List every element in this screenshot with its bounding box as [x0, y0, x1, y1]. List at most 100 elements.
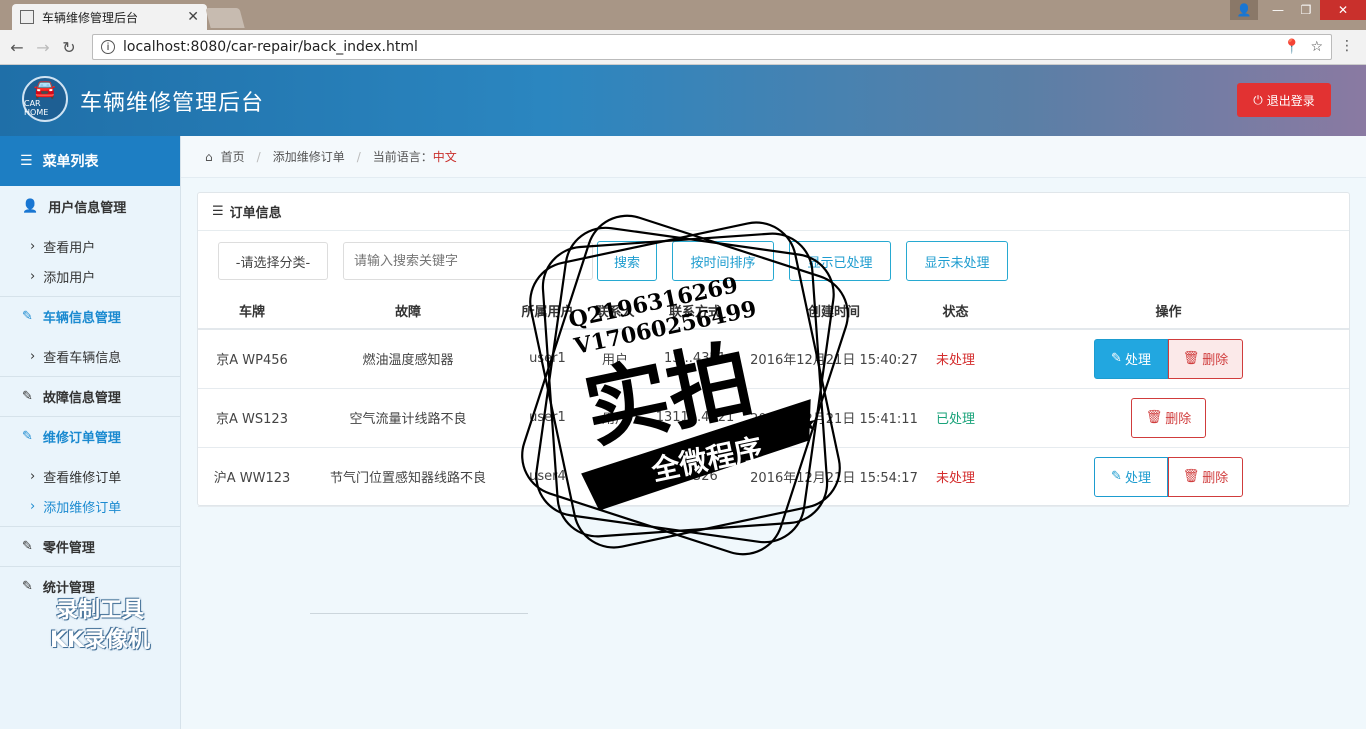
breadcrumb-current: 添加维修订单	[272, 150, 345, 164]
reload-icon[interactable]: ↻	[56, 38, 82, 57]
sidebar-group-parts[interactable]: ✎ 零件管理	[0, 526, 180, 566]
sidebar-group-orders[interactable]: ✎ 维修订单管理	[0, 416, 180, 456]
lang-label: 当前语言：	[372, 150, 433, 164]
process-button[interactable]: ✎ 处理	[1094, 338, 1168, 379]
cell-actions: ✎ 处理 🗑 删除	[988, 329, 1349, 389]
restore-icon[interactable]: ❐	[1292, 0, 1320, 20]
table-row: 京A WS123 空气流量计线路不良 user1 用户 1311...4321 …	[198, 388, 1349, 448]
sidebar-item-add-order[interactable]: › 添加维修订单	[0, 491, 180, 521]
sidebar-header: ☰ 菜单列表	[0, 136, 180, 186]
edit-icon: ✎	[22, 429, 33, 444]
show-unprocessed-button[interactable]: 显示未处理	[906, 241, 1008, 281]
bookmark-star-icon[interactable]: ☆	[1310, 39, 1323, 55]
caret-right-icon: ›	[30, 268, 36, 284]
filter-toolbar: -请选择分类- 搜索 按时间排序 显示已处理 显示未处理	[198, 231, 1349, 293]
profile-icon[interactable]: 👤	[1230, 0, 1258, 20]
edit-icon: ✎	[22, 539, 33, 554]
url-field[interactable]: i localhost:8080/car-repair/back_index.h…	[92, 34, 1332, 60]
sidebar-item-add-user[interactable]: › 添加用户	[0, 261, 180, 291]
cell-phone: 1311...4321	[645, 388, 745, 448]
caret-right-icon: ›	[30, 468, 36, 484]
sidebar-item-view-users[interactable]: › 查看用户	[0, 231, 180, 261]
caret-right-icon: ›	[30, 498, 36, 514]
cell-plate: 京A WP456	[198, 329, 306, 389]
caret-right-icon: ›	[30, 348, 36, 364]
delete-button[interactable]: 🗑 删除	[1131, 397, 1206, 438]
process-button[interactable]: ✎ 处理	[1094, 456, 1168, 497]
col-contact: 联系人	[585, 293, 645, 330]
show-processed-button[interactable]: 显示已处理	[789, 241, 891, 281]
cell-status: 未处理	[923, 329, 988, 389]
cell-user: user1	[510, 388, 585, 448]
app-header: 🚘 CAR HOME 车辆维修管理后台 ⏻ 退出登录	[0, 65, 1366, 136]
logout-button[interactable]: ⏻ 退出登录	[1237, 83, 1331, 117]
col-fault: 故障	[306, 293, 510, 330]
category-select[interactable]: -请选择分类-	[218, 242, 328, 280]
cell-contact: 用户	[585, 329, 645, 389]
col-plate: 车牌	[198, 293, 306, 330]
browser-tabbar: 车辆维修管理后台 ✕ 👤 — ❐ ✕	[0, 0, 1366, 30]
app-title: 车辆维修管理后台	[80, 91, 265, 116]
edit-icon: ✎	[22, 309, 33, 324]
close-window-icon[interactable]: ✕	[1320, 0, 1366, 20]
cell-created: 2016年12月21日 15:54:17	[745, 447, 923, 507]
delete-button[interactable]: 🗑 删除	[1168, 338, 1243, 379]
car-home-logo: 🚘 CAR HOME	[22, 76, 68, 122]
lang-value[interactable]: 中文	[433, 148, 457, 165]
breadcrumb-separator: /	[356, 149, 361, 164]
breadcrumb-separator: /	[256, 149, 261, 164]
cell-created: 2016年12月21日 15:40:27	[745, 329, 923, 389]
sidebar-item-view-orders[interactable]: › 查看维修订单	[0, 461, 180, 491]
trash-icon: 🗑	[1182, 351, 1200, 367]
forward-icon[interactable]: →	[30, 38, 56, 57]
sidebar-sub-vehicles: › 查看车辆信息	[0, 336, 180, 376]
breadcrumb-home[interactable]: 首页	[221, 148, 245, 165]
favicon-icon	[20, 10, 34, 24]
new-tab-button[interactable]	[205, 8, 245, 28]
edit-icon: ✎	[1111, 469, 1122, 484]
recorder-line-2: KK录像机	[49, 628, 151, 653]
cell-status: 未处理	[923, 447, 988, 507]
edit-icon: ✎	[1111, 351, 1122, 367]
tab-title: 车辆维修管理后台	[42, 10, 139, 25]
col-actions: 操作	[988, 293, 1349, 330]
delete-button[interactable]: 🗑 删除	[1168, 456, 1243, 497]
cell-user: user4	[510, 447, 585, 507]
cell-created: 2016年12月21日 15:41:11	[745, 388, 923, 448]
sidebar-item-view-vehicles[interactable]: › 查看车辆信息	[0, 341, 180, 371]
address-bar: ← → ↻ i localhost:8080/car-repair/back_i…	[0, 30, 1366, 65]
edit-icon: ✎	[22, 389, 33, 404]
sidebar-group-vehicles[interactable]: ✎ 车辆信息管理	[0, 296, 180, 336]
info-icon[interactable]: i	[101, 40, 115, 54]
window-controls: 👤 — ❐ ✕	[1230, 0, 1366, 20]
panel-title: ☰ 订单信息	[198, 193, 1349, 231]
sidebar-sub-users: › 查看用户 › 添加用户	[0, 226, 180, 296]
col-phone: 联系方式	[645, 293, 745, 330]
cell-fault: 节气门位置感知器线路不良	[306, 447, 510, 507]
search-input[interactable]	[343, 242, 593, 280]
minimize-icon[interactable]: —	[1264, 0, 1292, 20]
close-tab-icon[interactable]: ✕	[187, 9, 199, 25]
cell-user: user1	[510, 329, 585, 389]
edit-icon: ✎	[22, 579, 33, 594]
col-status: 状态	[923, 293, 988, 330]
browser-menu-icon[interactable]: ⋮	[1340, 38, 1354, 54]
trash-icon: 🗑	[1145, 410, 1163, 425]
trash-icon: 🗑	[1182, 469, 1200, 484]
order-table: 车牌 故障 所属用户 联系人 联系方式 创建时间 状态 操作 京A WP456 …	[198, 293, 1349, 507]
cell-actions: 🗑 删除	[988, 388, 1349, 448]
sidebar-group-faults[interactable]: ✎ 故障信息管理	[0, 376, 180, 416]
table-header-row: 车牌 故障 所属用户 联系人 联系方式 创建时间 状态 操作	[198, 293, 1349, 330]
list-icon: ☰	[20, 153, 33, 169]
search-button[interactable]: 搜索	[597, 241, 657, 281]
sidebar-sub-orders: › 查看维修订单 › 添加维修订单	[0, 456, 180, 526]
sort-by-time-button[interactable]: 按时间排序	[672, 241, 774, 281]
col-created: 创建时间	[745, 293, 923, 330]
pin-icon[interactable]: 📍	[1283, 39, 1300, 55]
list-icon: ☰	[212, 204, 224, 219]
back-icon[interactable]: ←	[4, 38, 30, 57]
cell-actions: ✎ 处理 🗑 删除	[988, 447, 1349, 507]
sidebar-group-users[interactable]: 👤 用户信息管理	[0, 186, 180, 226]
car-icon: 🚘	[33, 79, 57, 100]
browser-tab[interactable]: 车辆维修管理后台 ✕	[12, 4, 207, 30]
